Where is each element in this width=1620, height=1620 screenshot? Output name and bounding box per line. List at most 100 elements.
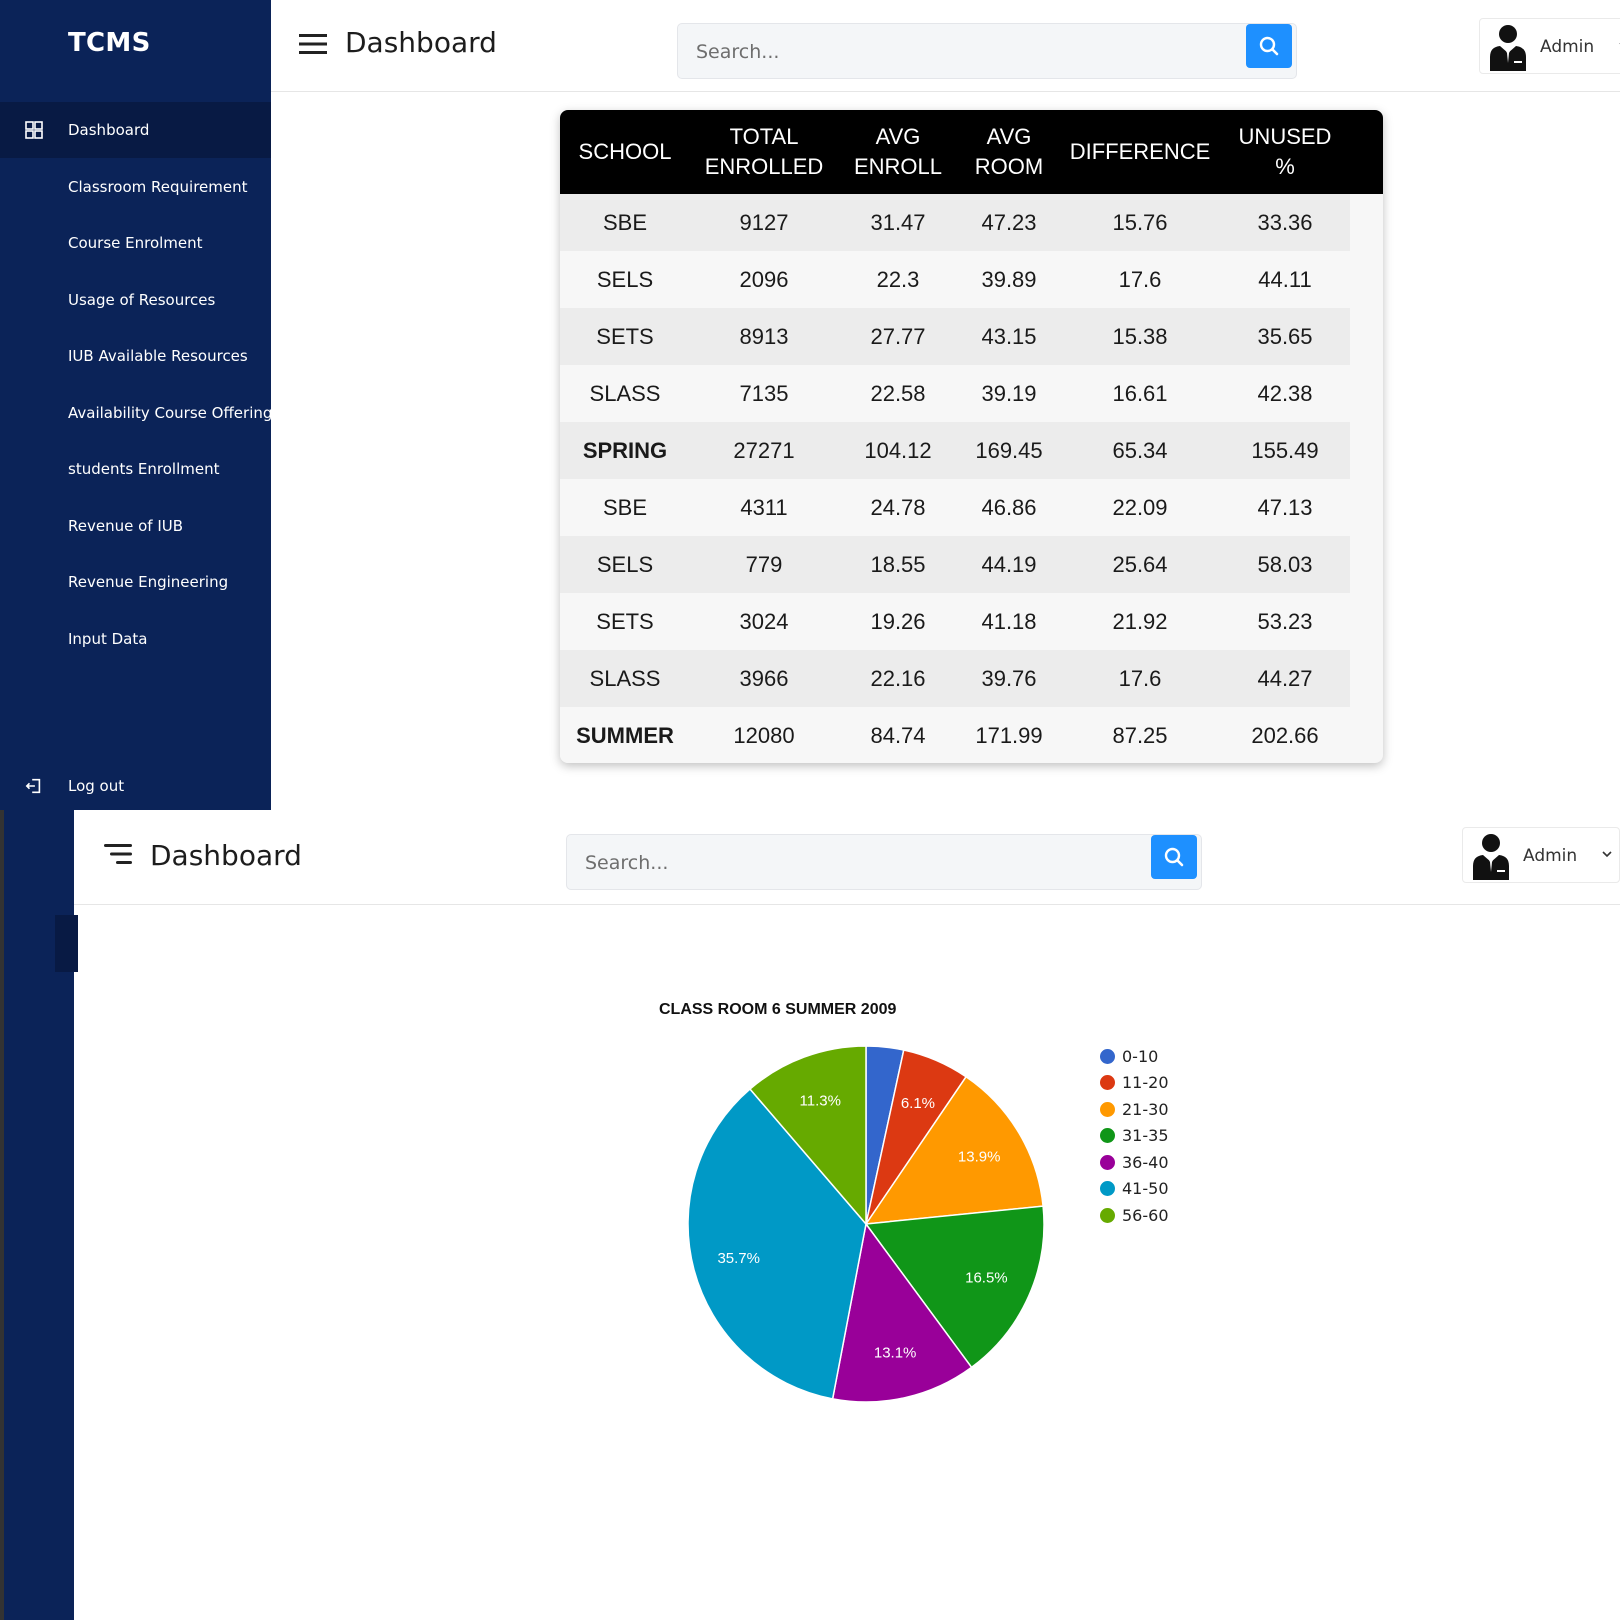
table-cell: 39.19 [958, 365, 1060, 422]
table-cell: 7135 [690, 365, 838, 422]
column-header-line: SCHOOL [578, 139, 672, 164]
column-header: AVG ENROLL [838, 110, 958, 194]
enrollment-table: SCHOOL TOTAL ENROLLED AVG ENROLL AVG ROOM DIFFE… [560, 110, 1350, 763]
column-header: AVG ROOM [958, 110, 1060, 194]
table-cell: 43.15 [958, 308, 1060, 365]
page-title: Dashboard [345, 26, 497, 59]
logout-icon [25, 778, 41, 794]
table-cell: 155.49 [1220, 422, 1350, 479]
logout-button[interactable]: Log out [0, 758, 271, 810]
sidebar-item-classroom-requirement[interactable]: Classroom Requirement [0, 159, 271, 215]
table-cell: 3966 [690, 650, 838, 707]
sidebar-item-course-enrolment[interactable]: Course Enrolment [0, 215, 271, 271]
table-cell: 53.23 [1220, 593, 1350, 650]
sidebar-item-label: Course Enrolment [68, 234, 203, 252]
legend-swatch [1100, 1128, 1115, 1144]
legend-label: 31-35 [1122, 1126, 1169, 1146]
legend-item[interactable]: 41-50 [1100, 1176, 1169, 1203]
table-cell: 25.64 [1060, 536, 1220, 593]
column-header-line: ENROLLED [704, 154, 824, 179]
table-cell: 44.11 [1220, 251, 1350, 308]
table-cell: 87.25 [1060, 707, 1220, 763]
table-cell: 22.58 [838, 365, 958, 422]
grid-icon [25, 121, 43, 139]
table-cell: 27.77 [838, 308, 958, 365]
sidebar-item-usage-of-resources[interactable]: Usage of Resources [0, 272, 271, 328]
menu-toggle-icon[interactable] [299, 33, 327, 55]
sidebar: TCMS Dashboard Classroom Requirement Cours… [0, 0, 272, 810]
column-header-line: AVG [986, 124, 1032, 149]
brand-logo: TCMS [68, 28, 151, 58]
table-row: SETS 8913 27.77 43.15 15.38 35.65 [560, 308, 1350, 365]
bottom-screen: Dashboard Search... Admin CLASS ROOM 6 S… [0, 810, 1620, 1620]
table-cell: 8913 [690, 308, 838, 365]
table-row: SELS 779 18.55 44.19 25.64 58.03 [560, 536, 1350, 593]
column-header: TOTAL ENROLLED [690, 110, 838, 194]
sidebar-item-students-enrollment[interactable]: students Enrollment [0, 441, 271, 497]
table-cell: 47.23 [958, 194, 1060, 251]
logout-label: Log out [68, 777, 125, 795]
legend-swatch [1100, 1075, 1115, 1091]
enrollment-table-card: SCHOOL TOTAL ENROLLED AVG ENROLL AVG ROOM DIFFE… [560, 110, 1383, 763]
pie-data-label: 13.9% [958, 1149, 1001, 1166]
sidebar-item-iub-available-resources[interactable]: IUB Available Resources [0, 328, 271, 384]
topbar: Dashboard Search... Admin [271, 0, 1620, 92]
table-row: SLASS 7135 22.58 39.19 16.61 42.38 [560, 365, 1350, 422]
table-cell: 171.99 [958, 707, 1060, 763]
legend-item[interactable]: 56-60 [1100, 1202, 1169, 1229]
table-cell: 779 [690, 536, 838, 593]
table-cell: 39.76 [958, 650, 1060, 707]
legend-swatch [1100, 1181, 1115, 1197]
table-cell: 33.36 [1220, 194, 1350, 251]
search-button[interactable] [1246, 24, 1292, 68]
table-cell: 4311 [690, 479, 838, 536]
sidebar-item-label: IUB Available Resources [68, 347, 248, 365]
sidebar-item-label: Usage of Resources [68, 290, 216, 309]
sidebar-item-availability-course-offering[interactable]: Availability Course Offering [0, 385, 272, 441]
table-cell: 44.19 [958, 536, 1060, 593]
table-cell: 15.38 [1060, 308, 1220, 365]
table-cell: 3024 [690, 593, 838, 650]
user-name: Admin [1540, 37, 1595, 57]
table-row: SBE 9127 31.47 47.23 15.76 33.36 [560, 194, 1350, 251]
table-cell: 31.47 [838, 194, 958, 251]
table-cell: SETS [560, 593, 690, 650]
table-cell: 22.09 [1060, 479, 1220, 536]
legend-label: 56-60 [1122, 1205, 1169, 1225]
table-cell: 35.65 [1220, 308, 1350, 365]
table-cell: 44.27 [1220, 650, 1350, 707]
column-header-line: UNUSED [1238, 124, 1332, 149]
legend-swatch [1100, 1101, 1115, 1117]
table-cell: 22.3 [838, 251, 958, 308]
legend-item[interactable]: 36-40 [1100, 1149, 1169, 1176]
table-header-extension [1350, 110, 1383, 194]
table-cell: 39.89 [958, 251, 1060, 308]
legend-swatch [1100, 1048, 1115, 1064]
table-cell: 21.92 [1060, 593, 1220, 650]
table-cell: SLASS [560, 365, 690, 422]
table-row: SELS 2096 22.3 39.89 17.6 44.11 [560, 251, 1350, 308]
sidebar-item-dashboard[interactable]: Dashboard [0, 102, 271, 158]
sidebar-item-revenue-engineering[interactable]: Revenue Engineering [0, 554, 271, 610]
table-cell: 17.6 [1060, 251, 1220, 308]
search-input[interactable]: Search... [696, 41, 779, 63]
table-row: SLASS 3966 22.16 39.76 17.6 44.27 [560, 650, 1350, 707]
column-header-line: ENROLL [853, 154, 943, 179]
table-cell: 104.12 [838, 422, 958, 479]
table-row: SBE 4311 24.78 46.86 22.09 47.13 [560, 479, 1350, 536]
column-header-line: TOTAL [729, 124, 799, 149]
table-cell: SBE [560, 194, 690, 251]
table-cell: 65.34 [1060, 422, 1220, 479]
sidebar-item-input-data[interactable]: Input Data [0, 611, 271, 667]
legend-item[interactable]: 21-30 [1100, 1096, 1169, 1123]
sidebar-item-revenue-of-iub[interactable]: Revenue of IUB [0, 498, 271, 554]
table-cell: 202.66 [1220, 707, 1350, 763]
legend-item[interactable]: 0-10 [1100, 1043, 1169, 1070]
table-cell: 58.03 [1220, 536, 1350, 593]
user-menu[interactable]: Admin [1479, 18, 1620, 74]
table-cell: 169.45 [958, 422, 1060, 479]
legend-item[interactable]: 31-35 [1100, 1123, 1169, 1150]
legend-item[interactable]: 11-20 [1100, 1070, 1169, 1097]
table-header-row: SCHOOL TOTAL ENROLLED AVG ENROLL AVG ROOM DIFFE… [560, 110, 1350, 194]
chart-legend: 0-10 11-20 21-30 31-35 36-40 41-50 56-60 [1100, 1043, 1169, 1229]
